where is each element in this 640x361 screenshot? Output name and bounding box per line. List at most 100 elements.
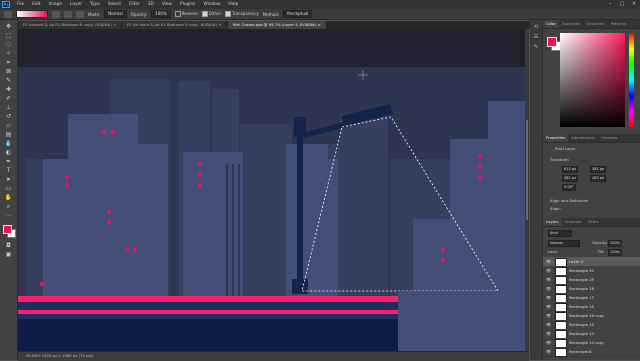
mode-select[interactable]: Normal [104,10,127,18]
tab-channels[interactable]: Channels [562,218,586,226]
gradient-swatch[interactable] [16,10,48,18]
layer-name: Rectangle 16 [569,304,594,309]
minimize-button[interactable]: – [604,0,616,9]
tab-layers[interactable]: Layers [543,218,562,226]
menu-layer[interactable]: Layer [66,2,86,7]
right-ground [398,291,525,351]
tab-gradients[interactable]: Gradients [583,20,608,28]
screen-mode-icon[interactable]: ▣ [4,251,13,258]
tab-swatches[interactable]: Swatches [559,20,583,28]
reverse-checkbox[interactable]: Reverse [174,11,198,17]
tab-paths[interactable]: Paths [585,218,601,226]
menu-view[interactable]: View [158,2,176,7]
tab-libraries[interactable]: Libraries [598,134,620,142]
history-panel-icon[interactable]: ⟲ [532,24,540,31]
document-canvas[interactable] [18,29,525,351]
lock-label: Lock: [548,249,558,254]
visibility-eye-icon[interactable]: 👁 [546,286,551,291]
menu-file[interactable]: File [13,2,28,7]
opacity-field[interactable]: 100% [151,10,171,18]
visibility-eye-icon[interactable]: 👁 [546,277,551,282]
menu-edit[interactable]: Edit [28,2,44,7]
x-field[interactable]: 381 px [562,175,579,182]
menu-type[interactable]: Type [86,2,104,7]
lasso-tool-icon[interactable]: ◌ [4,41,13,48]
visibility-eye-icon[interactable]: 👁 [546,340,551,345]
dither-checkbox[interactable]: Dither [201,11,221,17]
width-field[interactable]: 615 px [562,166,579,173]
angle-gradient-icon[interactable] [76,10,84,18]
layer-kind-filter[interactable]: Kind [548,230,572,237]
menu-image[interactable]: Image [45,2,66,7]
visibility-eye-icon[interactable]: 👁 [546,304,551,309]
scrollbar-thumb[interactable] [526,120,528,220]
brush-tool-icon[interactable]: ✐ [4,95,13,102]
tab-document-2[interactable]: P1 Art work & Ad R1 Bedroom R copy, RGB/… [122,21,228,29]
foreground-color-swatch[interactable] [3,225,12,234]
method-select[interactable]: Perceptual [283,10,313,18]
dodge-tool-icon[interactable]: ◐ [4,149,13,156]
stamp-tool-icon[interactable]: ⊥ [4,104,13,111]
blur-tool-icon[interactable]: 💧 [4,140,13,147]
visibility-eye-icon[interactable]: 👁 [546,313,551,318]
layer-name: Rectangle 14 copy [569,340,605,345]
panel-foreground-color[interactable] [547,37,557,47]
edit-toolbar-icon[interactable]: ⋯ [4,212,13,219]
visibility-eye-icon[interactable]: 👁 [546,349,551,354]
shape-tool-icon[interactable]: ▭ [4,185,13,192]
crop-tool-icon[interactable]: ⌗ [4,59,13,66]
maximize-button[interactable]: □ [616,0,628,9]
visibility-eye-icon[interactable]: 👁 [546,268,551,273]
healing-tool-icon[interactable]: ✚ [4,86,13,93]
type-tool-icon[interactable]: T [4,167,13,174]
menu-plugins[interactable]: Plugins [176,2,199,7]
quick-mask-icon[interactable]: ◘ [4,242,13,249]
visibility-eye-icon[interactable]: 👁 [546,295,551,300]
visibility-eye-icon[interactable]: 👁 [546,322,551,327]
radial-gradient-icon[interactable] [64,10,72,18]
marquee-tool-icon[interactable]: ⬚ [4,32,13,39]
layer-opacity-field[interactable]: 100% [608,240,623,247]
move-tool-icon[interactable]: ✥ [4,23,13,30]
path-select-tool-icon[interactable]: ➤ [4,176,13,183]
menu-3d[interactable]: 3D [144,2,158,7]
y-field[interactable]: 283 px [590,175,607,182]
ground-dark [18,319,398,351]
layer-row[interactable]: 👁 Rectangle 8 [543,347,640,357]
menu-help[interactable]: Help [224,2,242,7]
libraries-panel-icon[interactable]: ☰ [532,34,540,41]
fill-field[interactable]: 100% [608,249,623,256]
pen-tool-icon[interactable]: ✒ [4,158,13,165]
visibility-eye-icon[interactable]: 👁 [546,259,551,264]
height-field[interactable]: 381 px [590,166,607,173]
visibility-eye-icon[interactable]: 👁 [546,331,551,336]
layer-name: Rectangle 20 [569,268,594,273]
tab-document-1[interactable]: P1 Artwork & Ad R1 Bedroom R copy, RGB/8… [18,21,123,29]
linear-gradient-icon[interactable] [52,10,60,18]
menu-filter[interactable]: Filter [125,2,144,7]
eyedropper-tool-icon[interactable]: ✎ [4,77,13,84]
gradient-tool-icon[interactable]: ▤ [4,131,13,138]
angle-field[interactable]: 0.00° [562,184,576,191]
hue-slider[interactable] [629,33,634,127]
frame-tool-icon[interactable]: ⊠ [4,68,13,75]
gradient-tool-preset-icon[interactable] [4,10,12,18]
tab-patterns[interactable]: Patterns [608,20,630,28]
eraser-tool-icon[interactable]: ▱ [4,122,13,129]
brushes-panel-icon[interactable]: ✎ [532,44,540,51]
options-bar: Mode: Normal Opacity: 100% Reverse Dithe… [0,9,640,20]
blend-mode-select[interactable]: Normal [548,240,580,247]
history-brush-icon[interactable]: ↺ [4,113,13,120]
tab-adjustments[interactable]: Adjustments [568,134,598,142]
hand-tool-icon[interactable]: ✋ [4,194,13,201]
zoom-tool-icon[interactable]: ⌕ [4,203,13,210]
tab-properties[interactable]: Properties [543,134,569,142]
menu-select[interactable]: Select [104,2,125,7]
menu-window[interactable]: Window [199,2,224,7]
tab-color[interactable]: Color [543,20,559,28]
close-button[interactable]: × [628,0,640,9]
magic-wand-tool-icon[interactable]: ✧ [4,50,13,57]
tab-document-active[interactable]: Mini Cosmo.psd @ 95.7% (Layer 5, RGB/8#)… [227,21,327,29]
color-picker-field[interactable] [560,33,625,127]
transparency-checkbox[interactable]: Transparency [225,11,259,17]
